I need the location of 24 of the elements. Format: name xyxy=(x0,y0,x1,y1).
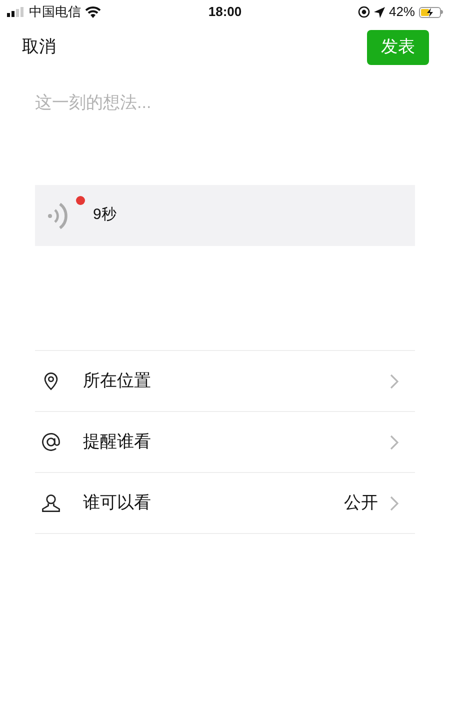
location-arrow-icon xyxy=(374,6,385,18)
at-sign-icon xyxy=(40,431,62,453)
option-row[interactable]: 提醒谁看 xyxy=(35,412,415,473)
voice-message-card[interactable]: 9秒 xyxy=(35,185,415,246)
post-text-field[interactable]: 这一刻的想法... xyxy=(35,90,415,116)
carrier-name: 中国电信 xyxy=(29,3,81,22)
battery-icon xyxy=(419,6,443,18)
chevron-right-icon xyxy=(390,374,399,388)
option-row[interactable]: 所在位置 xyxy=(35,351,415,412)
wifi-icon xyxy=(85,6,101,18)
option-row[interactable]: 谁可以看 公开 xyxy=(35,473,415,534)
signal-icon xyxy=(7,7,25,17)
chevron-right-icon xyxy=(390,496,399,510)
option-label: 所在位置 xyxy=(83,370,152,392)
option-label: 提醒谁看 xyxy=(83,431,152,454)
option-label: 谁可以看 xyxy=(83,492,152,514)
rotation-lock-icon xyxy=(358,6,370,18)
battery-percent: 42% xyxy=(388,3,415,22)
cancel-button[interactable]: 取消 xyxy=(22,34,56,60)
person-icon xyxy=(40,492,62,514)
voice-duration: 9秒 xyxy=(93,205,116,226)
chevron-right-icon xyxy=(390,434,399,450)
option-value: 公开 xyxy=(344,492,378,514)
status-time: 18:00 xyxy=(208,3,242,22)
